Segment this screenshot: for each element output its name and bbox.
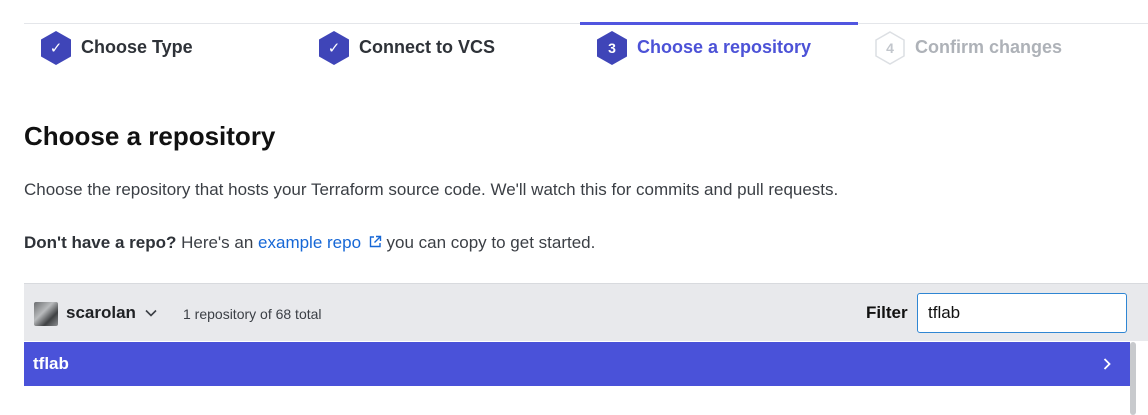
step-confirm-changes: 4 Confirm changes xyxy=(874,0,1062,90)
chevron-right-icon xyxy=(1103,358,1111,370)
chevron-down-icon[interactable] xyxy=(144,306,158,320)
step-choose-repository[interactable]: 3 Choose a repository xyxy=(580,0,858,90)
step-label: Choose a repository xyxy=(637,37,812,57)
org-selector[interactable]: scarolan xyxy=(66,303,136,323)
filter-input[interactable] xyxy=(917,293,1127,333)
wizard-steps: ✓ Choose Type ✓ Connect to VCS 3 Choose … xyxy=(24,0,1148,90)
example-repo-hint: Don't have a repo? Here's an example rep… xyxy=(24,233,595,253)
repository-name: tflab xyxy=(33,354,69,373)
step-label: Connect to VCS xyxy=(359,37,496,57)
step-choose-type[interactable]: ✓ Choose Type xyxy=(40,0,193,90)
check-icon: ✓ xyxy=(318,30,350,66)
repository-count: 1 repository of 68 total xyxy=(183,306,322,322)
avatar xyxy=(34,302,58,326)
external-link-icon xyxy=(369,235,381,248)
filter-label: Filter xyxy=(866,303,908,322)
repository-row[interactable]: tflab xyxy=(24,342,1130,386)
step-connect-vcs[interactable]: ✓ Connect to VCS xyxy=(318,0,495,90)
hint-text: Here's an xyxy=(176,233,259,252)
step-label: Choose Type xyxy=(81,37,193,57)
page-description: Choose the repository that hosts your Te… xyxy=(24,180,839,199)
page-title: Choose a repository xyxy=(24,121,276,151)
step-number-badge: 3 xyxy=(596,30,628,66)
repository-toolbar: scarolan 1 repository of 68 total Filter xyxy=(24,283,1148,341)
check-icon: ✓ xyxy=(40,30,72,66)
step-label: Confirm changes xyxy=(915,37,1063,57)
hint-text: you can copy to get started. xyxy=(381,233,596,252)
example-repo-link[interactable]: example repo xyxy=(258,233,382,252)
hint-bold-text: Don't have a repo? xyxy=(24,233,177,252)
step-number-badge: 4 xyxy=(874,30,906,66)
scrollbar[interactable] xyxy=(1130,342,1136,415)
